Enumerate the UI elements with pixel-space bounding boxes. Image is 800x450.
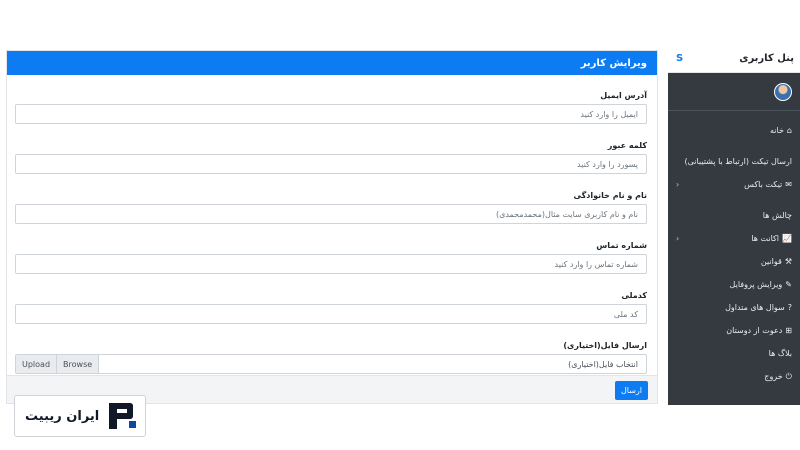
user-panel (668, 73, 800, 111)
fullname-label: نام و نام خانوادگی (573, 191, 647, 200)
sidebar-item-accounts[interactable]: 📈 اکانت ها ‹ (668, 227, 800, 250)
file-input[interactable]: انتخاب فایل(اختیاری) (99, 355, 646, 373)
card-header: ویرایش کاربر (7, 51, 657, 75)
phone-field[interactable]: شماره تماس را وارد کنید (15, 254, 647, 274)
sidebar-toggle-icon[interactable]: S (676, 53, 683, 64)
sidebar-item-send-ticket[interactable]: ارسال تیکت (ارتباط با پشتیبانی) (668, 150, 800, 173)
sidebar-item-ticket-box[interactable]: ✉ تیکت باکس ‹ (668, 173, 800, 196)
browse-button[interactable]: Browse (57, 355, 100, 373)
edit-icon: ✎ (785, 280, 792, 289)
sidebar-item-logout[interactable]: ⏻ خروج (668, 365, 800, 388)
email-group: آدرس ایمیل ایمیل را وارد کنید (15, 87, 647, 133)
password-label: کلمه عبور (607, 141, 647, 150)
sidebar-item-home[interactable]: ⌂ خانه (668, 119, 800, 142)
national-id-label: کدملی (621, 291, 647, 300)
sidebar-item-invite[interactable]: ⊞ دعوت از دوستان (668, 319, 800, 342)
site-logo: ایران ریبیت (14, 395, 146, 437)
phone-label: شماره تماس (596, 241, 647, 250)
submit-button[interactable]: ارسال (615, 381, 648, 400)
national-id-group: کدملی کد ملی (15, 287, 647, 333)
password-field[interactable]: پسورد را وارد کنید (15, 154, 647, 174)
sidebar-item-label: ارسال تیکت (ارتباط با پشتیبانی) (684, 157, 792, 166)
sidebar-item-edit-profile[interactable]: ✎ ویرایش پروفایل (668, 273, 800, 296)
sidebar-item-challenges[interactable]: چالش ها (668, 204, 800, 227)
file-label: ارسال فایل(اختیاری) (563, 341, 647, 350)
password-group: کلمه عبور پسورد را وارد کنید (15, 137, 647, 183)
chart-icon: 📈 (782, 234, 792, 243)
avatar[interactable] (774, 82, 792, 101)
envelope-icon: ✉ (785, 180, 792, 189)
sidebar-item-label: دعوت از دوستان (726, 326, 783, 335)
sidebar-item-label: ویرایش پروفایل (729, 280, 783, 289)
sidebar-item-label: تیکت باکس (744, 180, 783, 189)
gavel-icon: ⚒ (784, 257, 792, 266)
sidebar: پنل کاربری S ⌂ خانه ارسال تیکت (ارتباط با… (668, 45, 800, 405)
sidebar-item-label: خروج (764, 372, 783, 381)
chevron-left-icon: ‹ (676, 180, 680, 189)
card-title: ویرایش کاربر (580, 57, 647, 69)
sidebar-title: پنل کاربری (739, 53, 794, 64)
sidebar-item-label: چالش ها (762, 211, 792, 220)
home-icon: ⌂ (786, 126, 792, 135)
upload-button[interactable]: Upload (16, 355, 58, 373)
sidebar-item-blogs[interactable]: بلاگ ها (668, 342, 800, 365)
email-field[interactable]: ایمیل را وارد کنید (15, 104, 647, 124)
national-id-field[interactable]: کد ملی (15, 304, 647, 324)
fullname-field[interactable]: نام و نام کاربری سایت مثال(محمدمحمدی) (15, 204, 647, 224)
question-icon: ? (787, 303, 792, 312)
email-label: آدرس ایمیل (600, 91, 647, 100)
logo-text: ایران ریبیت (25, 408, 100, 424)
sidebar-item-label: بلاگ ها (768, 349, 792, 358)
power-icon: ⏻ (785, 371, 792, 381)
logo-mark-icon (109, 403, 137, 429)
phone-group: شماره تماس شماره تماس را وارد کنید (15, 237, 647, 283)
sidebar-item-rules[interactable]: ⚒ قوانین (668, 250, 800, 273)
sidebar-item-label: اکانت ها (751, 234, 780, 243)
sidebar-item-label: سوال های متداول (725, 303, 785, 312)
gift-icon: ⊞ (785, 326, 792, 335)
fullname-group: نام و نام خانوادگی نام و نام کاربری سایت… (15, 187, 647, 233)
file-input-group: انتخاب فایل(اختیاری) Browse Upload (15, 354, 647, 374)
chevron-left-icon: ‹ (676, 234, 680, 243)
sidebar-item-label: قوانین (760, 257, 782, 266)
edit-user-card: ویرایش کاربر آدرس ایمیل ایمیل را وارد کن… (6, 50, 658, 404)
sidebar-header: پنل کاربری S (668, 45, 800, 73)
sidebar-item-label: خانه (770, 126, 784, 135)
sidebar-item-faq[interactable]: ? سوال های متداول (668, 296, 800, 319)
form-body: آدرس ایمیل ایمیل را وارد کنید کلمه عبور … (7, 75, 657, 383)
